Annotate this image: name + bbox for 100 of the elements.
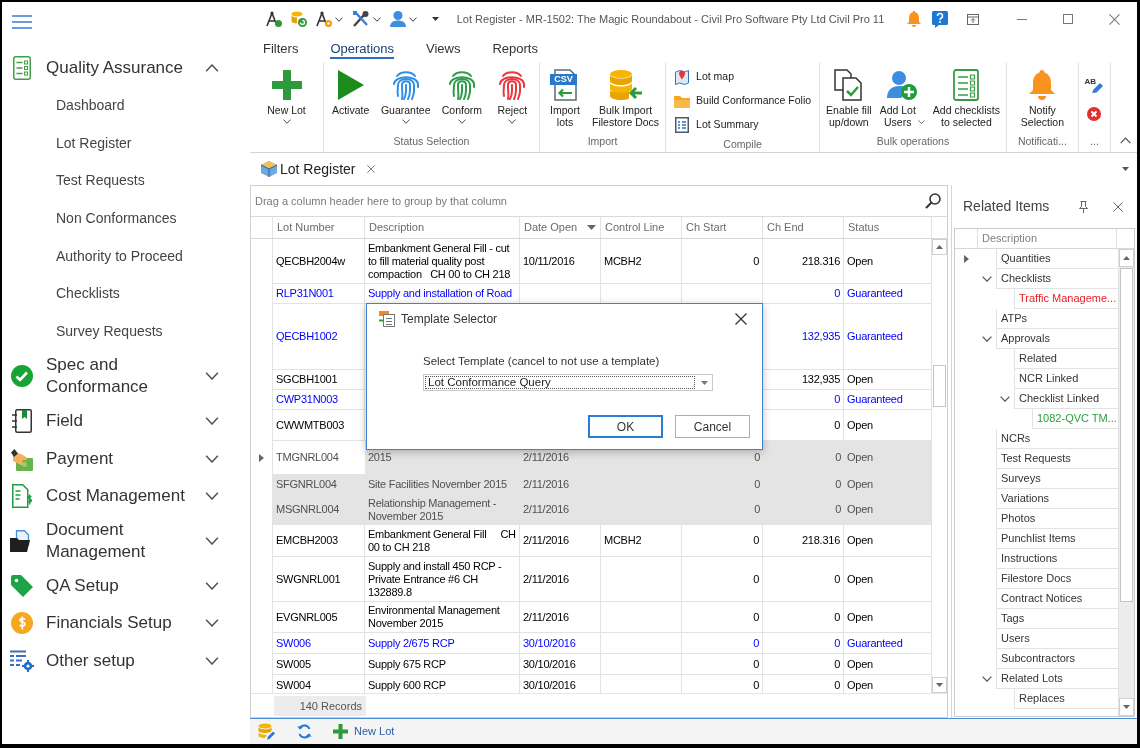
close-icon[interactable] xyxy=(735,313,747,325)
chevron-down-icon[interactable] xyxy=(1000,396,1010,402)
chevron-up-icon[interactable] xyxy=(1120,137,1131,144)
nav-group[interactable]: Cost Management xyxy=(2,477,250,515)
nav-item[interactable]: Checklists xyxy=(2,274,250,313)
nav-item[interactable]: Authority to Proceed xyxy=(2,237,250,275)
column-header[interactable]: Date Open xyxy=(520,217,601,238)
close-icon[interactable] xyxy=(1113,201,1123,212)
error-icon[interactable] xyxy=(1087,107,1102,121)
scrollbar[interactable] xyxy=(1118,249,1134,716)
nav-group[interactable]: Document Management xyxy=(2,514,250,567)
column-header[interactable]: Lot Number xyxy=(273,217,365,238)
database-refresh-icon[interactable] xyxy=(291,11,307,27)
maximize-icon[interactable] xyxy=(1063,14,1073,24)
ribbon-button[interactable]: Notify Selection xyxy=(1016,64,1069,128)
scroll-thumb[interactable] xyxy=(1120,268,1133,602)
nav-group[interactable]: Financials Setup xyxy=(2,604,250,642)
nav-group[interactable]: Quality Assurance xyxy=(2,49,250,87)
refresh-icon[interactable] xyxy=(297,724,312,739)
template-select[interactable]: Lot Conformance Query xyxy=(423,374,713,391)
ribbon-tab[interactable]: Views xyxy=(410,36,477,62)
table-cell: 30/10/2016 xyxy=(520,675,601,693)
menu-icon[interactable] xyxy=(12,15,32,29)
caret-icon[interactable] xyxy=(432,17,439,21)
table-cell: 0 xyxy=(682,525,763,557)
ribbon-button[interactable]: Reject xyxy=(489,64,536,124)
table-cell-text: 2/11/2016 xyxy=(522,502,570,517)
ribbon-button[interactable]: Add checklists to selected xyxy=(928,64,1004,128)
caret-icon[interactable] xyxy=(1122,167,1129,171)
ribbon-button[interactable]: Add Lot Users xyxy=(875,64,929,128)
nav-group[interactable]: QA Setup xyxy=(2,566,250,605)
pin-icon[interactable] xyxy=(1079,200,1088,213)
nav-item[interactable]: Test Requests xyxy=(2,161,250,200)
nav-item[interactable]: Survey Requests xyxy=(2,312,250,351)
nav-item[interactable]: Non Conformances xyxy=(2,199,250,238)
minimize-icon[interactable] xyxy=(1017,18,1027,20)
documents-check-icon xyxy=(833,69,864,101)
column-header[interactable]: Ch End xyxy=(763,217,844,238)
compass-gear-icon[interactable] xyxy=(316,11,332,27)
nav-group[interactable]: Payment xyxy=(2,439,250,478)
ribbon-tab[interactable]: Reports xyxy=(476,36,554,62)
chevron-down-icon[interactable] xyxy=(982,676,992,682)
table-cell: MCBH2 xyxy=(601,239,682,284)
help-icon[interactable] xyxy=(932,10,948,28)
nav-item[interactable]: Dashboard xyxy=(2,86,250,125)
ribbon-button[interactable]: Lot Summary xyxy=(668,113,765,137)
column-header[interactable]: Control Line xyxy=(601,217,682,238)
document-tab[interactable]: Lot Register xyxy=(261,158,380,180)
ribbon-button[interactable]: CSV Import lots xyxy=(542,64,588,128)
ribbon-button[interactable]: Build Conformance Folio xyxy=(668,89,818,113)
ribbon-tab[interactable]: Operations xyxy=(314,36,410,62)
add-button[interactable]: New Lot xyxy=(332,720,396,743)
selected-row[interactable]: SFGNRL004 Site Facilities November 2015 2/11/2016 0 0 Open xyxy=(273,474,931,494)
table-cell: MCBH2 xyxy=(601,525,682,557)
chevron-down-icon[interactable] xyxy=(982,276,992,282)
plus-icon xyxy=(333,724,348,739)
chevron-down-icon xyxy=(205,581,219,590)
column-header[interactable]: Ch Start xyxy=(682,217,763,238)
scroll-up-icon[interactable] xyxy=(1123,256,1130,260)
scroll-down-icon[interactable] xyxy=(936,683,943,687)
table-cell: 0 xyxy=(763,602,844,633)
column-header[interactable]: Description xyxy=(365,217,520,238)
ribbon-button[interactable]: New Lot xyxy=(263,64,310,124)
ribbon-display-icon[interactable] xyxy=(967,13,979,25)
table-cell: Supply 2/675 RCP xyxy=(365,633,520,654)
ribbon-button[interactable]: Bulk Import Filestore Docs xyxy=(588,64,664,128)
nav-group[interactable]: Spec and Conformance xyxy=(2,350,250,403)
chevron-down-icon xyxy=(205,372,219,381)
chevron-down-icon[interactable] xyxy=(982,336,992,342)
ribbon-button[interactable]: Lot map xyxy=(668,65,741,89)
database-edit-icon[interactable] xyxy=(258,723,275,740)
group-label: Notificati... xyxy=(1017,134,1067,150)
table-cell: 0 xyxy=(763,284,844,304)
scroll-thumb[interactable] xyxy=(933,365,946,407)
tools-icon[interactable] xyxy=(352,11,370,27)
selected-row[interactable]: MSGNRL004 Relationship Management - November 2015 2/11/2016 0 0 Open xyxy=(273,494,931,525)
chevron-down-icon xyxy=(205,619,219,628)
table-cell: 2/11/2016 xyxy=(520,602,601,633)
chevron-down-icon xyxy=(409,16,417,22)
ribbon-tab[interactable]: Filters xyxy=(247,36,315,62)
scrollbar[interactable] xyxy=(931,239,947,693)
scroll-up-icon[interactable] xyxy=(936,245,943,249)
panel-title: Related Items xyxy=(963,197,1050,216)
scroll-down-icon[interactable] xyxy=(1123,705,1130,709)
cancel-button[interactable]: Cancel xyxy=(675,415,750,438)
ok-button[interactable]: OK xyxy=(588,415,663,438)
nav-item[interactable]: Lot Register xyxy=(2,124,250,162)
ribbon-button[interactable]: Activate xyxy=(327,64,374,116)
ribbon-button[interactable]: Guarantee xyxy=(376,64,435,124)
compass-icon[interactable] xyxy=(266,11,282,27)
group-label: Import xyxy=(587,134,618,150)
user-icon[interactable] xyxy=(390,11,406,27)
ribbon-button[interactable]: Conform xyxy=(437,64,487,124)
ribbon-button[interactable]: Enable fill up/down xyxy=(822,64,876,128)
nav-group[interactable]: Field xyxy=(2,402,250,440)
column-header[interactable]: Status xyxy=(844,217,932,238)
search-icon[interactable] xyxy=(925,193,941,209)
folder-icon xyxy=(674,94,691,108)
column-header[interactable]: Description xyxy=(978,229,1117,248)
nav-group[interactable]: Other setup xyxy=(2,641,250,680)
